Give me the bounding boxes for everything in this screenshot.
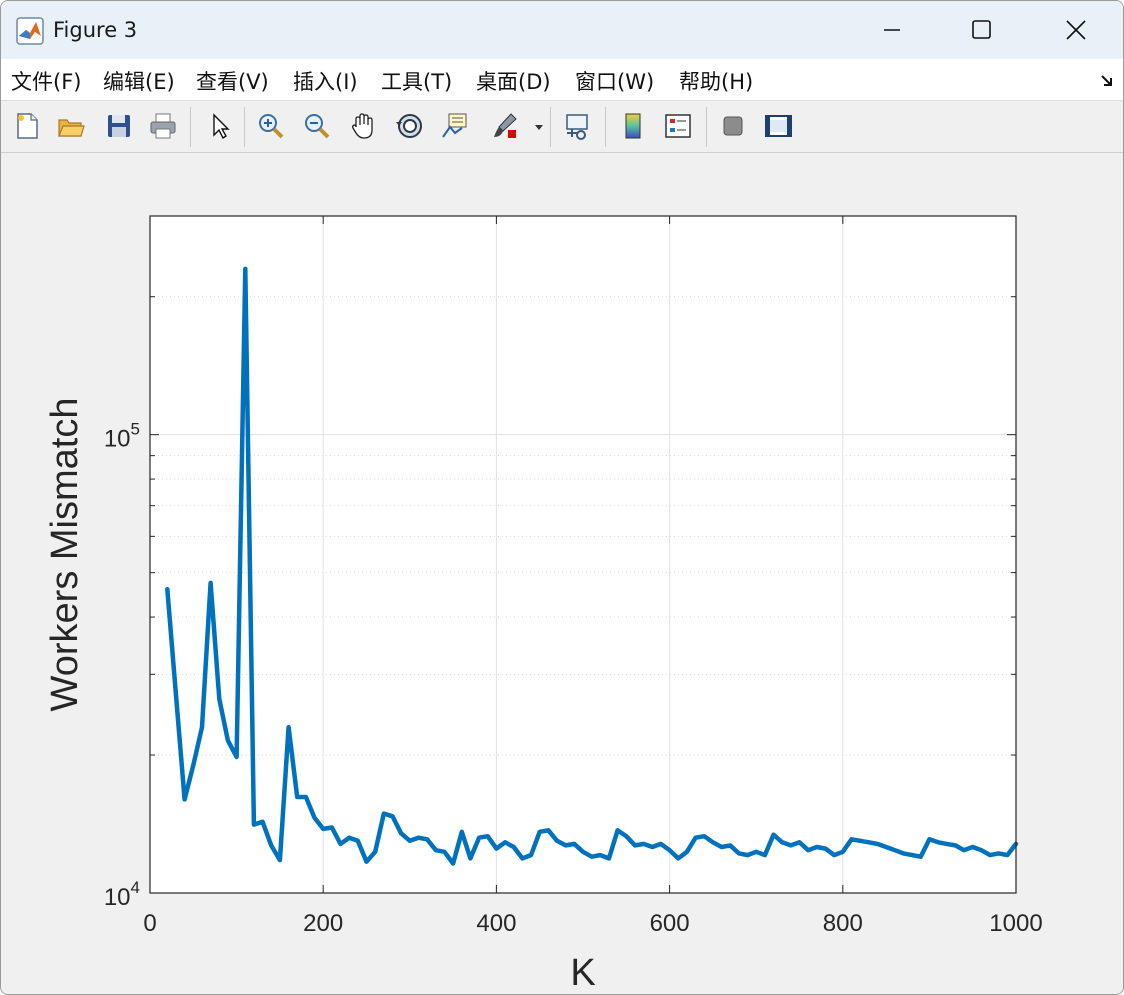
edit-plot-button[interactable] (202, 108, 238, 144)
menu-insert[interactable]: 插入(I) (293, 66, 358, 96)
zoom-out-icon (305, 114, 330, 139)
show-plot-tools-button[interactable] (760, 108, 796, 144)
toolbar-separator (706, 107, 707, 147)
menu-view[interactable]: 查看(V) (196, 66, 269, 96)
hide-plot-tools-button[interactable] (715, 108, 751, 144)
rotate-3d-button[interactable] (392, 108, 428, 144)
y-tick-label: 104 (104, 878, 140, 911)
plot-area (150, 216, 1016, 893)
menu-file[interactable]: 文件(F) (11, 66, 81, 96)
data-cursor-button[interactable] (437, 108, 473, 144)
minimize-button[interactable] (847, 1, 937, 59)
x-tick-label: 400 (476, 910, 516, 937)
brush-icon (494, 113, 517, 138)
matlab-icon (16, 17, 44, 45)
toolbar (1, 101, 1123, 153)
pointer-arrow-icon (213, 113, 230, 140)
new-figure-button[interactable] (9, 108, 45, 144)
zoom-in-icon (259, 114, 284, 139)
x-tick-label: 0 (143, 910, 156, 937)
brush-button[interactable] (486, 108, 522, 144)
data-tip-icon (442, 113, 467, 138)
menu-bar: 文件(F) 编辑(E) 查看(V) 插入(I) 工具(T) 桌面(D) 窗口(W… (1, 59, 1123, 101)
window-title: Figure 3 (53, 18, 138, 42)
maximize-icon (972, 20, 991, 39)
menu-window[interactable]: 窗口(W) (575, 66, 654, 96)
line-chart[interactable]: 0 200 400 600 800 1000 104 105 K Workers Mismatch (1, 153, 1123, 994)
colorbar-button[interactable] (615, 108, 651, 144)
x-axis-label: K (570, 952, 595, 994)
chevron-down-icon[interactable] (533, 122, 545, 132)
y-tick-label: 105 (104, 420, 140, 453)
x-tick-label: 200 (303, 910, 343, 937)
new-file-icon (17, 113, 38, 139)
zoom-in-button[interactable] (253, 108, 289, 144)
pan-button[interactable] (346, 108, 382, 144)
zoom-out-button[interactable] (299, 108, 335, 144)
open-folder-icon (58, 119, 85, 137)
legend-button[interactable] (660, 108, 696, 144)
menu-edit[interactable]: 编辑(E) (103, 66, 175, 96)
toolbar-separator (190, 107, 191, 147)
open-button[interactable] (53, 108, 89, 144)
link-plot-icon (566, 114, 588, 140)
legend-icon (665, 114, 691, 138)
save-disk-icon (108, 115, 130, 137)
close-icon (1066, 20, 1086, 40)
pan-hand-icon (352, 113, 373, 139)
toolbar-separator (244, 107, 245, 147)
title-bar: Figure 3 (1, 1, 1123, 59)
maximize-button[interactable] (937, 1, 1027, 59)
y-axis-label: Workers Mismatch (44, 398, 86, 712)
close-button[interactable] (1031, 1, 1121, 59)
show-tools-icon (765, 115, 792, 137)
toolbar-separator (605, 107, 606, 147)
save-button[interactable] (101, 108, 137, 144)
x-tick-label: 800 (823, 910, 863, 937)
print-button[interactable] (145, 108, 181, 144)
menu-desktop[interactable]: 桌面(D) (476, 66, 551, 96)
minimize-icon (884, 29, 900, 31)
printer-icon (150, 113, 176, 139)
colorbar-icon (625, 113, 641, 139)
dock-arrow-icon[interactable] (1099, 73, 1115, 89)
figure-canvas: 0 200 400 600 800 1000 104 105 K Workers Mismatch (1, 153, 1123, 994)
hide-tools-icon (723, 116, 743, 136)
link-plot-button[interactable] (559, 108, 595, 144)
rotate-3d-icon (396, 114, 422, 138)
x-tick-label: 1000 (989, 910, 1042, 937)
menu-tools[interactable]: 工具(T) (381, 66, 452, 96)
x-tick-label: 600 (650, 910, 690, 937)
menu-help[interactable]: 帮助(H) (679, 66, 753, 96)
toolbar-separator (550, 107, 551, 147)
figure-window: Figure 3 文件(F) 编辑(E) 查看(V) 插入(I) 工具(T) 桌… (0, 0, 1124, 995)
